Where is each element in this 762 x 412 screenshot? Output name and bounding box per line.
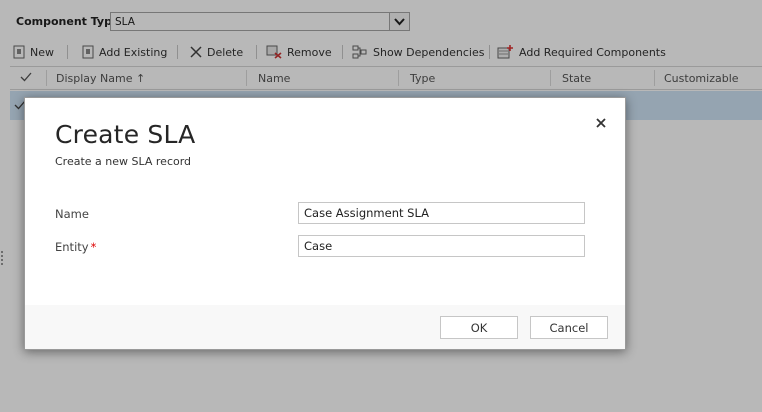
cancel-button[interactable]: Cancel — [530, 316, 608, 339]
required-indicator: * — [90, 240, 97, 254]
close-icon[interactable] — [593, 115, 609, 131]
entity-label-wrap: Entity * — [55, 240, 96, 254]
dialog-footer: OK Cancel — [25, 305, 625, 349]
ok-button[interactable]: OK — [440, 316, 518, 339]
dialog-title: Create SLA — [55, 120, 196, 149]
entity-label: Entity — [55, 240, 89, 254]
name-label: Name — [55, 207, 89, 221]
entity-field[interactable] — [298, 235, 585, 257]
create-sla-dialog: Create SLA Create a new SLA record Name … — [24, 97, 626, 350]
dialog-subtitle: Create a new SLA record — [55, 155, 192, 168]
name-field[interactable] — [298, 202, 585, 224]
